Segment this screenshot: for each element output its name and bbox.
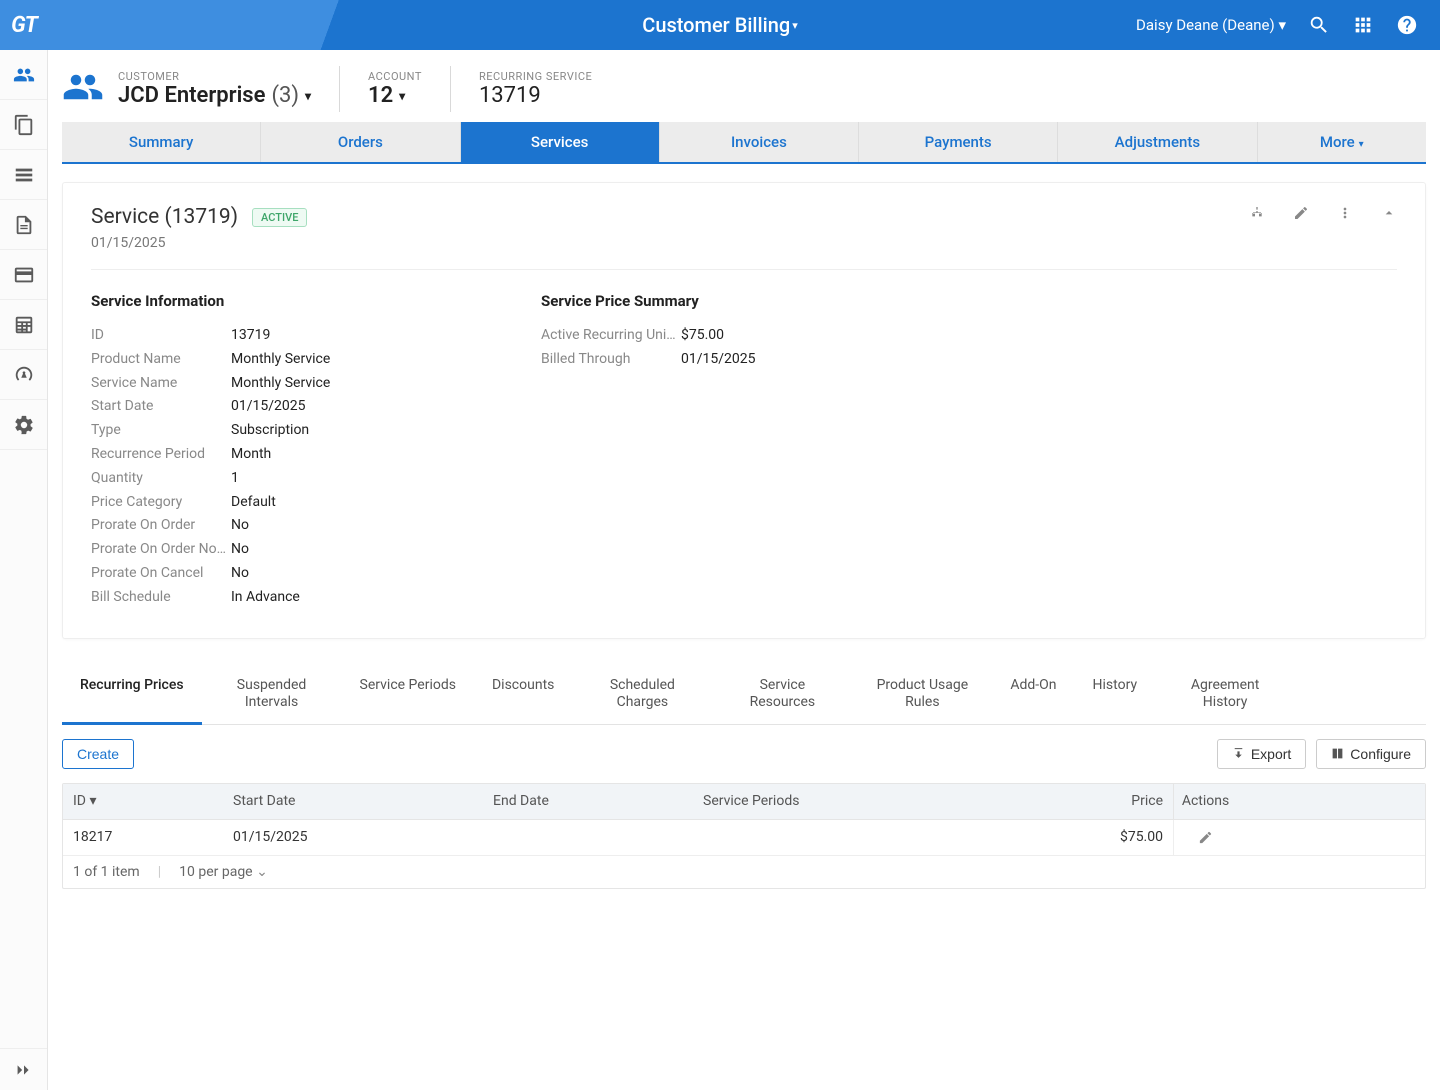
customer-icon (62, 66, 118, 112)
edit-icon[interactable] (1293, 205, 1309, 221)
create-button[interactable]: Create (62, 739, 134, 769)
service-label: RECURRING SERVICE (479, 70, 592, 83)
subtab-service-periods[interactable]: Service Periods (342, 667, 474, 724)
export-button[interactable]: Export (1217, 739, 1306, 769)
subtab-history[interactable]: History (1075, 667, 1156, 724)
sidebar-item-settings[interactable] (0, 400, 47, 450)
subtab-suspended-intervals[interactable]: Suspended Intervals (202, 667, 342, 724)
columns-icon (1331, 747, 1344, 760)
main-tabs: Summary Orders Services Invoices Payment… (62, 122, 1426, 164)
cell-price: $75.00 (993, 829, 1173, 845)
main-content: CUSTOMER JCD Enterprise (3) ▾ ACCOUNT 12… (48, 50, 1440, 1090)
table-row[interactable]: 18217 01/15/2025 $75.00 (63, 820, 1425, 856)
service-info-heading: Service Information (91, 292, 481, 310)
status-badge: ACTIVE (252, 208, 307, 227)
more-vertical-icon[interactable] (1337, 205, 1353, 221)
col-end-date[interactable]: End Date (483, 793, 693, 809)
card-date: 01/15/2025 (91, 235, 307, 251)
sidebar-item-dashboard[interactable] (0, 350, 47, 400)
tab-orders[interactable]: Orders (261, 122, 460, 162)
module-title: Customer Billing (642, 13, 790, 37)
tab-payments[interactable]: Payments (859, 122, 1058, 162)
account-picker[interactable]: 12 ▾ (368, 83, 422, 108)
grid-footer: 1 of 1 item | 10 per page ⌄ (63, 856, 1425, 888)
subtab-agreement-history[interactable]: Agreement History (1155, 667, 1295, 724)
customer-label: CUSTOMER (118, 70, 311, 83)
sidebar (0, 50, 48, 1090)
hierarchy-icon[interactable] (1249, 205, 1265, 221)
chevron-down-icon: ▾ (399, 89, 405, 103)
subtab-add-on[interactable]: Add-On (992, 667, 1074, 724)
help-icon[interactable] (1396, 14, 1418, 36)
col-price[interactable]: Price (993, 793, 1173, 809)
tab-summary[interactable]: Summary (62, 122, 261, 162)
sidebar-item-customers[interactable] (0, 50, 47, 100)
account-label: ACCOUNT (368, 70, 422, 83)
subtab-product-usage-rules[interactable]: Product Usage Rules (852, 667, 992, 724)
subtab-service-resources[interactable]: Service Resources (712, 667, 852, 724)
subtab-discounts[interactable]: Discounts (474, 667, 572, 724)
tab-more[interactable]: More▾ (1258, 122, 1427, 162)
sidebar-item-payments[interactable] (0, 250, 47, 300)
result-count: 1 of 1 item (73, 864, 140, 880)
col-id[interactable]: ID ▾ (63, 793, 223, 809)
configure-button[interactable]: Configure (1316, 739, 1426, 769)
price-summary-heading: Service Price Summary (541, 292, 931, 310)
col-service-periods[interactable]: Service Periods (693, 793, 993, 809)
sidebar-item-services[interactable] (0, 150, 47, 200)
sidebar-expand-toggle[interactable] (0, 1048, 47, 1090)
context-header: CUSTOMER JCD Enterprise (3) ▾ ACCOUNT 12… (62, 62, 1426, 122)
sidebar-item-orders[interactable] (0, 100, 47, 150)
cell-id: 18217 (63, 829, 223, 845)
edit-icon[interactable] (1198, 830, 1213, 845)
grid-toolbar: Create Export Configure (62, 725, 1426, 783)
col-start-date[interactable]: Start Date (223, 793, 483, 809)
sidebar-item-invoices[interactable] (0, 200, 47, 250)
service-card: Service (13719) ACTIVE 01/15/2025 Servic… (62, 182, 1426, 639)
subtab-scheduled-charges[interactable]: Scheduled Charges (572, 667, 712, 724)
cell-start: 01/15/2025 (223, 829, 483, 845)
download-icon (1232, 747, 1245, 760)
chevron-up-icon[interactable] (1381, 205, 1397, 221)
chevron-down-icon: ▾ (1278, 16, 1286, 34)
prices-grid: ID ▾ Start Date End Date Service Periods… (62, 783, 1426, 889)
tab-adjustments[interactable]: Adjustments (1058, 122, 1257, 162)
col-actions: Actions (1173, 784, 1237, 819)
grid-header-row: ID ▾ Start Date End Date Service Periods… (63, 784, 1425, 820)
page-size-picker[interactable]: 10 per page ⌄ (179, 864, 268, 880)
user-menu[interactable]: Daisy Deane (Deane) ▾ (1136, 16, 1286, 34)
chevron-down-icon: ▾ (1359, 139, 1364, 150)
app-logo[interactable]: GT (0, 0, 48, 50)
sidebar-item-calculator[interactable] (0, 300, 47, 350)
chevron-down-icon: ▾ (792, 19, 798, 32)
service-id: 13719 (479, 83, 592, 108)
card-title: Service (13719) (91, 205, 238, 229)
chevron-down-icon: ⌄ (256, 864, 268, 880)
search-icon[interactable] (1308, 14, 1330, 36)
module-dropdown[interactable]: Customer Billing ▾ (642, 13, 797, 37)
apps-grid-icon[interactable] (1352, 14, 1374, 36)
service-subtabs: Recurring Prices Suspended Intervals Ser… (62, 667, 1426, 725)
topbar: GT Customer Billing ▾ Daisy Deane (Deane… (0, 0, 1440, 50)
tab-services[interactable]: Services (461, 122, 660, 162)
sort-desc-icon: ▾ (89, 793, 96, 809)
tab-invoices[interactable]: Invoices (660, 122, 859, 162)
subtab-recurring-prices[interactable]: Recurring Prices (62, 667, 202, 725)
customer-picker[interactable]: JCD Enterprise (3) ▾ (118, 83, 311, 108)
chevron-down-icon: ▾ (305, 89, 311, 103)
